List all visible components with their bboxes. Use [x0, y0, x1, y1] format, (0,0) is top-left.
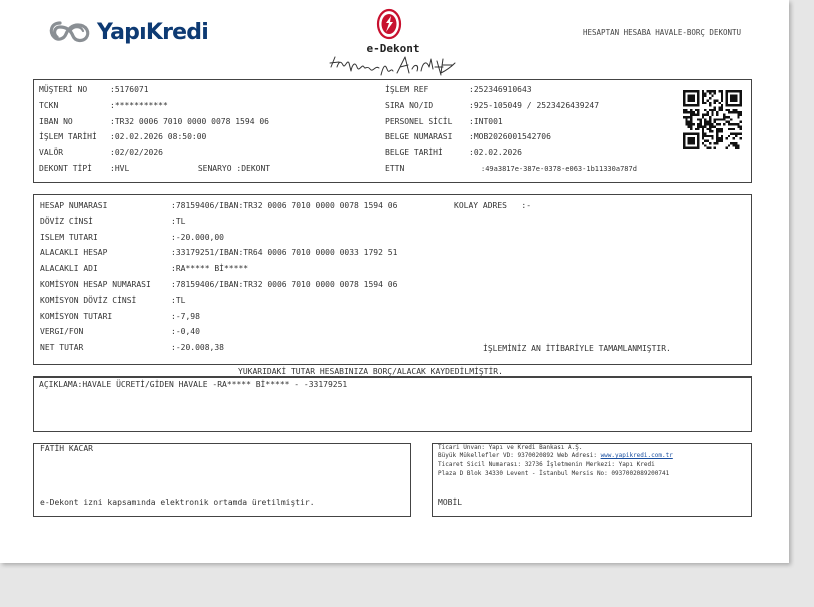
- summary-line: YUKARIDAKİ TUTAR HESABINIZA BORÇ/ALACAK …: [238, 367, 503, 376]
- bank-title-line: Ticari Unvan: Yapı ve Kredi Bankası A.Ş.: [438, 444, 583, 451]
- bank-name: YapıKredi: [97, 19, 209, 45]
- detail-label: ISLEM TUTARI: [40, 232, 98, 242]
- detail-value: -20.000,00: [175, 232, 224, 242]
- detail-value: -20.008,38: [175, 343, 224, 353]
- info-row-belge-tarihi: BELGE TARİHİ: 02.02.2026: [385, 148, 522, 157]
- detail-label: VERGI/FON: [40, 327, 84, 337]
- detail-value: RA***** Bİ*****: [175, 264, 249, 274]
- bank-tax-line: Büyük Mükellefler VD: 9370020892 Web Adr…: [438, 452, 673, 459]
- detail-value: -0,40: [175, 327, 200, 337]
- detail-row: ALACAKLI ADI: RA***** Bİ*****: [40, 264, 249, 274]
- detail-value: 33179251/IBAN:TR64 0006 7010 0000 0033 1…: [175, 248, 398, 258]
- detail-value: TL: [175, 216, 186, 226]
- info-row-sira-no: SIRA NO/ID: 925-105049 / 2523426439247: [385, 101, 600, 110]
- detail-label: KOMİSYON DÖVİZ CİNSİ: [40, 295, 137, 305]
- detail-label: ALACAKLI ADI: [40, 264, 98, 274]
- detail-row: KOMİSYON HESAP NUMARASI:78159406/IBAN:TR…: [40, 280, 398, 289]
- detail-label: NET TUTAR: [40, 343, 84, 353]
- info-row-islem-tarihi: İŞLEM TARİHİ: 02.02.2026 08:50:00: [39, 132, 207, 141]
- detail-row: ISLEM TUTARI: -20.000,00: [40, 232, 224, 242]
- bank-registry-line: Ticaret Sicil Numarası: 32736 İşletmenin…: [438, 461, 655, 468]
- detail-label: KOMİSYON HESAP NUMARASI: [40, 280, 151, 289]
- detail-row: KOMİSYON TUTARI: -7,98: [40, 311, 200, 321]
- detail-row: KOMİSYON DÖVİZ CİNSİ: TL: [40, 295, 186, 305]
- detail-row: VERGI/FON: -0,40: [40, 327, 200, 337]
- detail-value: TL: [175, 295, 186, 305]
- bank-logo: YapıKredi: [47, 19, 209, 45]
- detail-value: 78159406/IBAN:TR32 0006 7010 0000 0078 1…: [175, 280, 398, 289]
- detail-label: DÖVİZ CİNSİ: [40, 216, 93, 226]
- bank-emblem-icon: [376, 8, 402, 40]
- yapikredi-mark-icon: [49, 21, 90, 43]
- detail-row: ALACAKLI HESAP:33179251/IBAN:TR64 0006 7…: [40, 248, 398, 258]
- info-row-tckn: TCKN: ***********: [39, 101, 168, 110]
- customer-name: FATİH KACAR: [40, 444, 93, 453]
- info-row-musteri: MÜŞTERİ NO: 5176071: [39, 85, 149, 94]
- detail-label: ALACAKLI HESAP: [40, 248, 108, 258]
- receipt-page: YapıKredi e-Dekont HESAPTAN HESABA HAVAL…: [0, 0, 789, 563]
- document-type: HESAPTAN HESABA HAVALE-BORÇ DEKONTU: [583, 28, 742, 37]
- info-row-valor: VALÖR: 02/02/2026: [39, 148, 163, 157]
- detail-label: HESAP NUMARASI: [40, 201, 108, 210]
- info-row-iban: IBAN NO: TR32 0006 7010 0000 0078 1594 0…: [39, 117, 269, 126]
- detail-value: 78159406/IBAN:TR32 0006 7010 0000 0078 1…: [175, 201, 398, 210]
- bank-address-line: Plaza D Blok 34330 Levent - İstanbul Mer…: [438, 470, 670, 477]
- info-row-islem-ref: İŞLEM REF: 252346910643: [385, 85, 532, 94]
- info-row-ettn: ETTN: 49a3817e-387e-0378-e063-1b11330a78…: [385, 164, 637, 173]
- info-row-belge-no: BELGE NUMARASI: MOB2026001542706: [385, 132, 551, 141]
- info-row-personel-sicil: PERSONEL SİCİL: INT001: [385, 117, 503, 126]
- detail-label: KOMİSYON TUTARI: [40, 311, 113, 321]
- qr-code: [683, 90, 742, 149]
- info-row-dekont-tipi: DEKONT TİPİ: HVL SENARYO : DEKONT: [39, 164, 271, 173]
- electronic-note: e-Dekont izni kapsamında elektronik orta…: [40, 498, 315, 507]
- kolay-adres-row: KOLAY ADRES : -: [454, 201, 532, 210]
- detail-value: -7,98: [175, 311, 200, 321]
- bank-website-link[interactable]: www.yapikredi.com.tr: [601, 452, 673, 459]
- detail-row: NET TUTAR: -20.008,38: [40, 343, 224, 353]
- status-message: İŞLEMİNİZ AN İTİBARİYLE TAMAMLANMIŞTIR.: [483, 344, 671, 353]
- detail-row: HESAP NUMARASI:78159406/IBAN:TR32 0006 7…: [40, 201, 398, 210]
- channel-label: MOBİL: [438, 498, 463, 507]
- description-text: AÇIKLAMA:HAVALE ÜCRETİ/GİDEN HAVALE -RA*…: [39, 380, 348, 389]
- detail-row: DÖVİZ CİNSİ: TL: [40, 216, 186, 226]
